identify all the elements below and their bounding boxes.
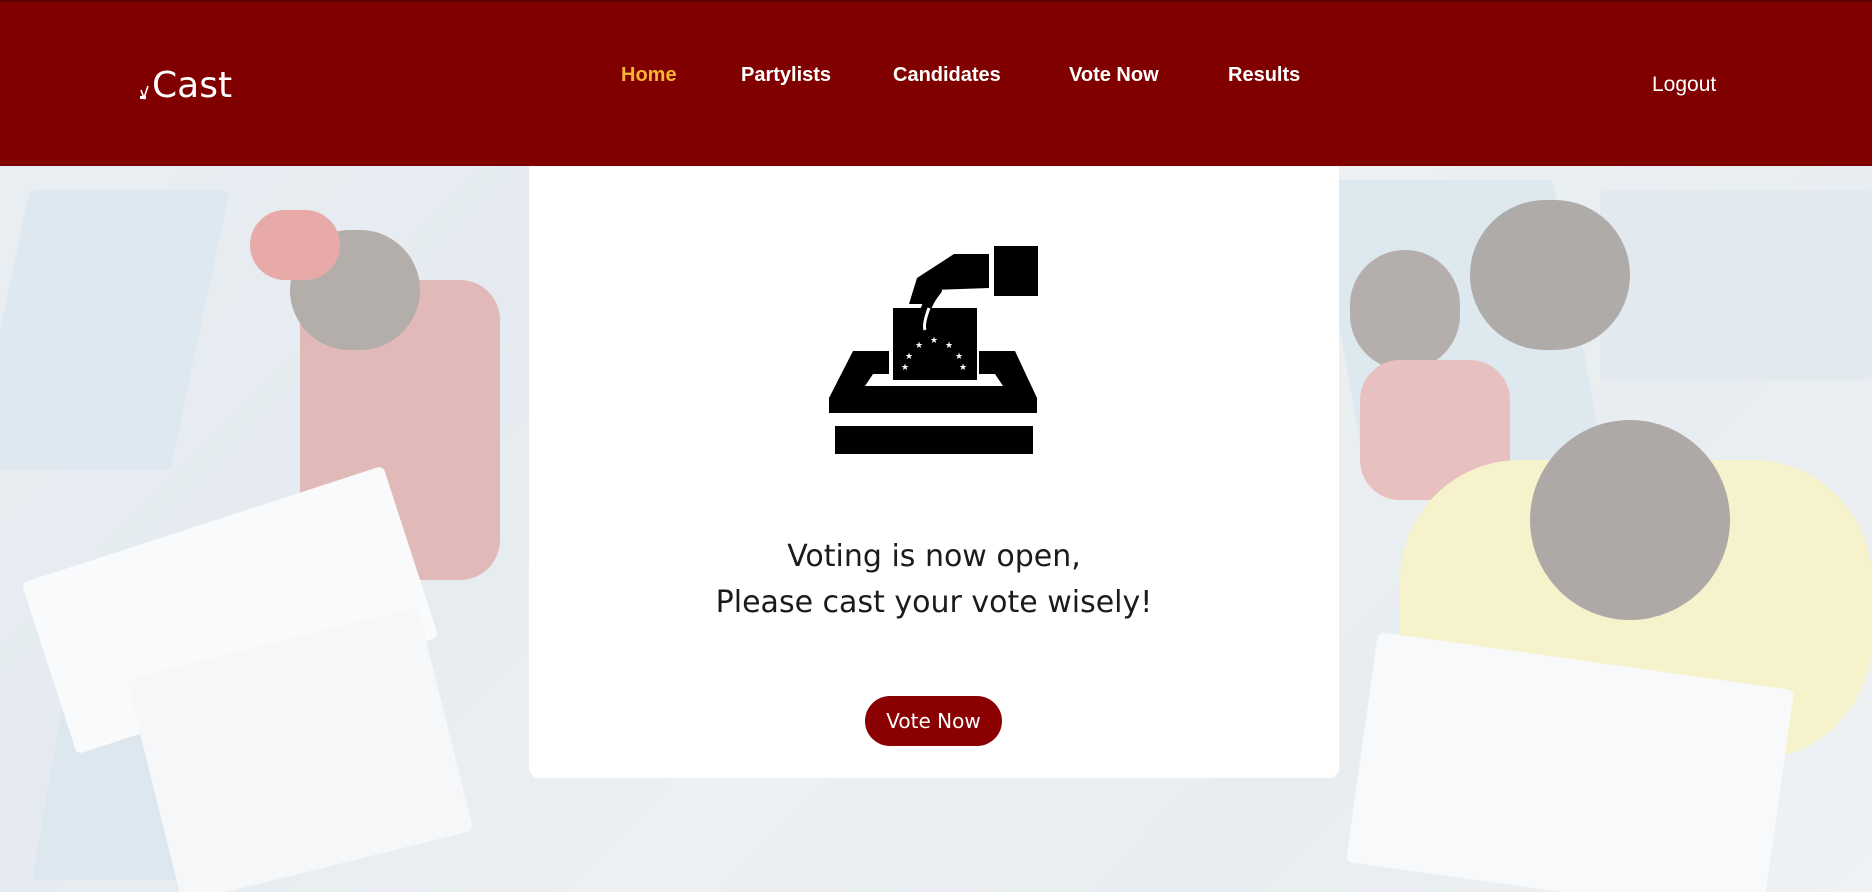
message-line-2: Please cast your vote wisely! — [715, 585, 1153, 620]
svg-text:★: ★ — [905, 352, 913, 362]
logo[interactable]: Cast — [138, 64, 232, 108]
nav-vote-now[interactable]: Vote Now — [1069, 60, 1159, 90]
voting-status-message: Voting is now open, Please cast your vot… — [529, 534, 1339, 626]
voting-status-card: ★ ★ ★ ★ ★ ★ ★ Voting is now open, Please… — [529, 166, 1339, 778]
ballot-box-icon: ★ ★ ★ ★ ★ ★ ★ — [829, 246, 1038, 454]
svg-text:★: ★ — [959, 363, 967, 373]
nav-home[interactable]: Home — [621, 60, 677, 90]
svg-text:★: ★ — [915, 341, 923, 351]
page: Cast Home Partylists Candidates Vote Now… — [0, 0, 1872, 892]
top-navbar: Cast Home Partylists Candidates Vote Now… — [0, 0, 1872, 166]
vote-now-button[interactable]: Vote Now — [865, 696, 1002, 746]
svg-text:★: ★ — [930, 336, 938, 346]
message-line-1: Voting is now open, — [787, 539, 1081, 574]
ballot-check-icon — [140, 85, 149, 101]
svg-text:★: ★ — [901, 363, 909, 373]
svg-text:★: ★ — [955, 352, 963, 362]
nav-candidates[interactable]: Candidates — [893, 60, 1001, 90]
logout-link[interactable]: Logout — [1652, 70, 1716, 100]
logo-text: Cast — [152, 65, 233, 106]
svg-text:★: ★ — [945, 341, 953, 351]
nav-results[interactable]: Results — [1228, 60, 1300, 90]
nav-partylists[interactable]: Partylists — [741, 60, 831, 90]
